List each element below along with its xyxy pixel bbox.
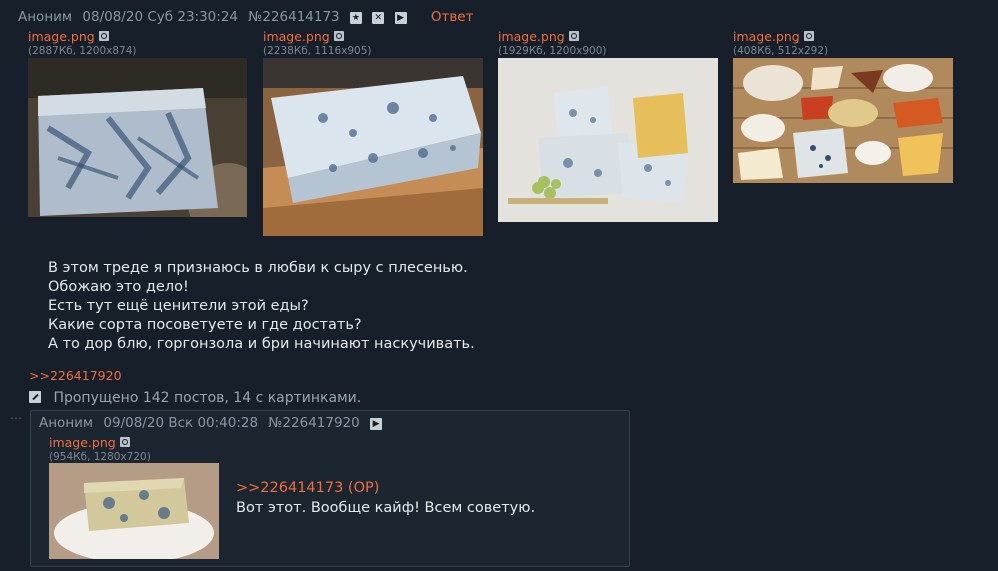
file-name-4[interactable]: image.png — [733, 29, 814, 44]
file-meta-3: (1929Кб, 1200x900) — [498, 45, 607, 57]
reply-author: Аноним — [39, 415, 94, 431]
file-name-2[interactable]: image.png — [263, 29, 344, 44]
reply-file-meta: (954Кб, 1280x720) — [49, 451, 151, 463]
file-meta-4: (408Кб, 512x292) — [733, 45, 829, 57]
thumbnail-2[interactable] — [263, 58, 483, 236]
play-icon[interactable]: ▶ — [394, 12, 407, 24]
reply-header: Аноним 09/08/20 Вск 00:40:28 №226417920 … — [39, 415, 388, 431]
reply-text: Вот этот. Вообще кайф! Всем советую. — [236, 500, 536, 516]
reply-date: 09/08/20 Вск 00:40:28 — [103, 415, 259, 431]
op-author: Аноним — [18, 9, 73, 25]
skipped-text: Пропущено 142 постов, 14 с картинками. — [53, 390, 362, 406]
play-icon[interactable]: ▶ — [370, 418, 383, 430]
thumbnail-3[interactable] — [498, 58, 718, 222]
file-name-3[interactable]: image.png — [498, 29, 579, 44]
reply-link[interactable]: Ответ — [431, 9, 474, 25]
reply-quote-link[interactable]: >>226414173 (OP) — [236, 480, 379, 496]
message-line: Какие сорта посоветуете и где достать? — [48, 317, 362, 333]
search-icon[interactable] — [803, 31, 814, 41]
reply-post-number[interactable]: №226417920 — [268, 415, 359, 431]
file-name-1[interactable]: image.png — [28, 29, 109, 44]
op-header: Аноним 08/08/20 Суб 23:30:24 №226414173 … — [18, 9, 479, 25]
reply-file-name[interactable]: image.png — [49, 435, 130, 450]
expand-icon[interactable] — [29, 391, 41, 403]
search-icon[interactable] — [333, 31, 344, 41]
search-icon[interactable] — [568, 31, 579, 41]
message-line: В этом треде я признаюсь в любви к сыру … — [48, 260, 468, 276]
more-dots-icon: ⋯ — [10, 411, 23, 425]
close-icon[interactable]: ✕ — [372, 12, 385, 24]
backlink[interactable]: >>226417920 — [29, 368, 122, 383]
reply-post: Аноним 09/08/20 Вск 00:40:28 №226417920 … — [30, 410, 630, 567]
file-meta-2: (2238Кб, 1116x905) — [263, 45, 372, 57]
message-line: А то дор блю, горгонзола и бри начинают … — [48, 336, 475, 352]
message-line: Обожаю это дело! — [48, 279, 189, 295]
message-line: Есть тут ещё ценители этой еды? — [48, 298, 309, 314]
op-date: 08/08/20 Суб 23:30:24 — [82, 9, 238, 25]
skipped-posts[interactable]: Пропущено 142 постов, 14 с картинками. — [29, 390, 361, 406]
thumbnail-4[interactable] — [733, 58, 953, 183]
op-post-number[interactable]: №226414173 — [248, 9, 339, 25]
file-meta-1: (2887Кб, 1200x874) — [28, 45, 137, 57]
search-icon[interactable] — [119, 437, 130, 447]
op-message: В этом треде я признаюсь в любви к сыру … — [48, 259, 475, 354]
reply-thumbnail[interactable] — [49, 463, 219, 559]
star-icon[interactable]: ★ — [349, 12, 362, 24]
thumbnail-1[interactable] — [28, 58, 247, 217]
search-icon[interactable] — [98, 31, 109, 41]
